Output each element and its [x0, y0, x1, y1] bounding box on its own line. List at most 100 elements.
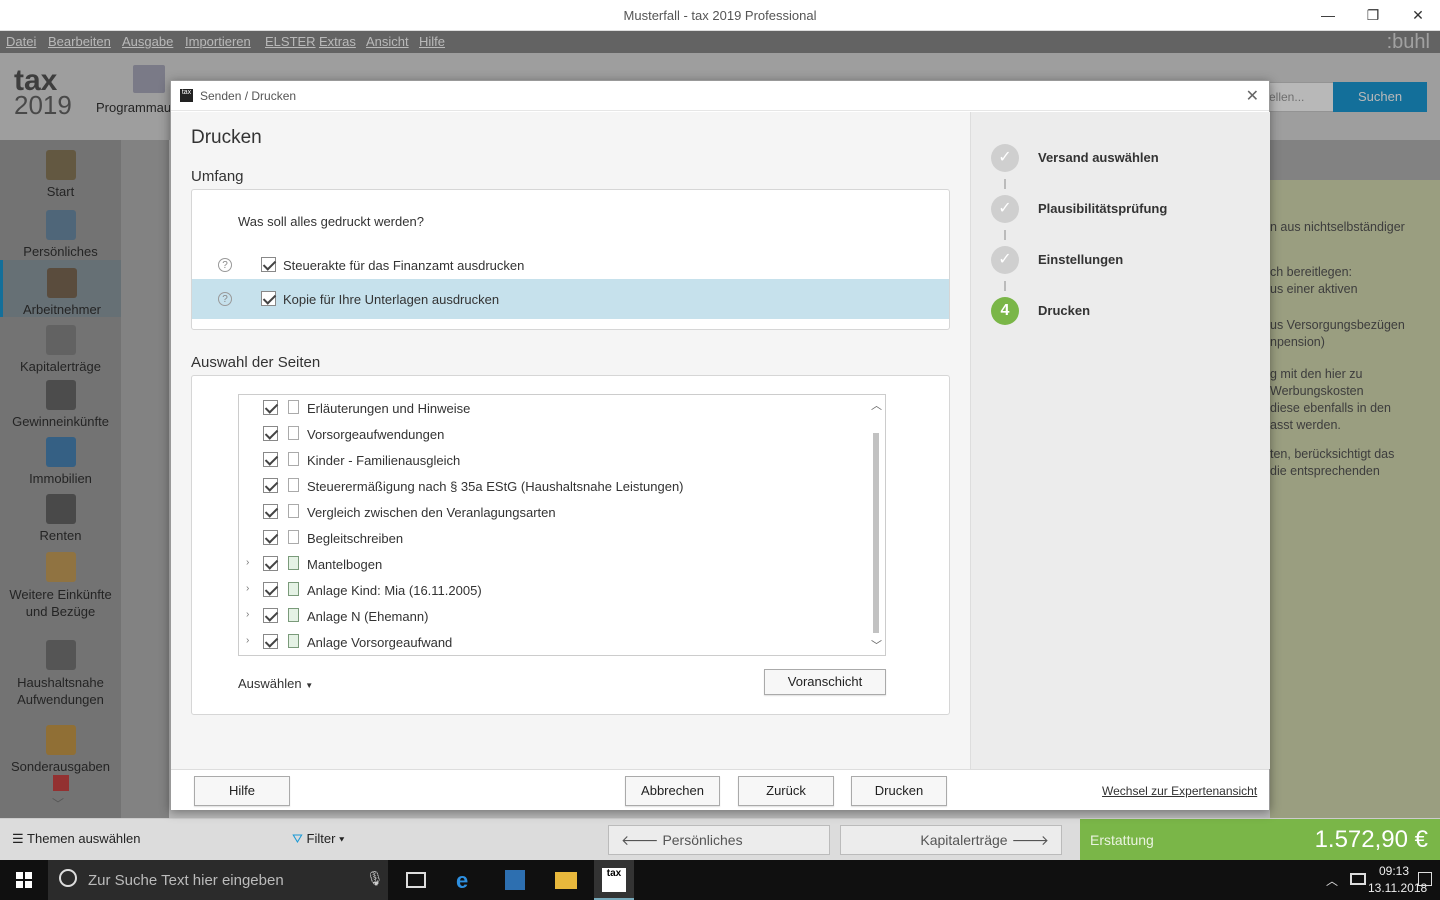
tax-taskbar-button[interactable]: tax [594, 860, 634, 900]
dialog-main: Drucken Umfang Was soll alles gedruckt w… [171, 112, 970, 769]
wizard-steps: ✓ Versand auswählen ✓ Plausibilitätsprüfun… [970, 112, 1270, 769]
network-icon[interactable] [1350, 873, 1366, 885]
page-checkbox[interactable] [263, 530, 278, 545]
themes-label: Themen auswählen [27, 831, 141, 846]
refund-label: Erstattung [1090, 832, 1154, 848]
help-question-icon[interactable]: ? [218, 258, 232, 272]
list-item[interactable]: Steuerermäßigung nach § 35a EStG (Hausha… [239, 473, 885, 499]
windows-start-icon[interactable] [16, 872, 32, 888]
select-dropdown[interactable]: Auswählen ▼ [238, 676, 313, 691]
notification-icon[interactable] [1418, 872, 1432, 886]
page-label: Kinder - Familienausgleich [307, 453, 461, 468]
page-checkbox[interactable] [263, 478, 278, 493]
form-icon [288, 634, 299, 648]
step-label: Einstellungen [1038, 252, 1124, 267]
scrollbar-thumb[interactable] [873, 433, 879, 633]
scope-question: Was soll alles gedruckt werden? [238, 214, 424, 229]
search-icon [59, 869, 77, 887]
chevron-right-icon[interactable]: › [246, 609, 249, 620]
dialog-heading: Drucken [191, 127, 262, 148]
pages-list[interactable]: Erläuterungen und Hinweise Vorsorgeaufwe… [238, 394, 886, 656]
list-item[interactable]: › Anlage N (Ehemann) [239, 603, 885, 629]
list-item[interactable]: Vorsorgeaufwendungen [239, 421, 885, 447]
list-icon: ☰ [12, 831, 24, 846]
refund-panel: Erstattung 1.572,90 € [1080, 819, 1440, 861]
step-versand: ✓ Versand auswählen [991, 144, 1261, 174]
folder-icon[interactable] [555, 872, 577, 889]
cancel-button[interactable]: Abbrechen [625, 776, 720, 806]
tax-app-icon: tax [602, 868, 626, 892]
close-icon[interactable]: ✕ [1246, 86, 1259, 106]
next-label: Kapitalerträge [920, 832, 1008, 848]
document-icon [288, 426, 299, 440]
scroll-up-icon[interactable]: ︿ [871, 397, 882, 413]
next-topic-button[interactable]: Kapitalerträge 🡒 [840, 825, 1062, 855]
list-scrollbar[interactable]: ︿ ﹀ [869, 395, 883, 655]
step-number: 4 [991, 297, 1019, 325]
page-checkbox[interactable] [263, 452, 278, 467]
page-checkbox[interactable] [263, 426, 278, 441]
list-item[interactable]: Begleitschreiben [239, 525, 885, 551]
taskbar-search[interactable]: Zur Suche Text hier eingeben 🎙 [48, 860, 388, 900]
title-bar: Musterfall - tax 2019 Professional — ❐ ✕ [0, 0, 1440, 31]
page-checkbox[interactable] [263, 582, 278, 597]
taskbar: Zur Suche Text hier eingeben 🎙 e tax ︿ 0… [0, 860, 1440, 900]
list-item[interactable]: Vergleich zwischen den Veranlagungsarten [239, 499, 885, 525]
bottom-bar: ☰ Themen auswählen ⛛ Filter ▾ 🡐 Persönli… [0, 818, 1440, 861]
help-button[interactable]: Hilfe [194, 776, 290, 806]
list-item[interactable]: Erläuterungen und Hinweise [239, 395, 885, 421]
steuerakte-checkbox[interactable] [261, 257, 276, 272]
list-item[interactable]: › Mantelbogen [239, 551, 885, 577]
chevron-right-icon[interactable]: › [246, 635, 249, 646]
document-icon [288, 504, 299, 518]
option-kopie[interactable]: ? Kopie für Ihre Unterlagen ausdrucken [192, 279, 949, 319]
list-item[interactable]: › Anlage Vorsorgeaufwand [239, 629, 885, 655]
page-label: Anlage N (Ehemann) [307, 609, 429, 624]
arrow-left-icon: 🡐 [621, 832, 659, 848]
scroll-down-icon[interactable]: ﹀ [871, 637, 882, 653]
preview-button[interactable]: Voranschicht [764, 669, 886, 695]
dialog-title-bar: tax Senden / Drucken ✕ [171, 81, 1269, 111]
prev-label: Persönliches [662, 832, 743, 848]
chevron-right-icon[interactable]: › [246, 583, 249, 594]
microphone-icon[interactable]: 🎙 [366, 870, 384, 887]
page-checkbox[interactable] [263, 400, 278, 415]
page-label: Steuerermäßigung nach § 35a EStG (Hausha… [307, 479, 684, 494]
page-checkbox[interactable] [263, 634, 278, 649]
themes-button[interactable]: ☰ Themen auswählen [12, 831, 141, 847]
chevron-up-icon[interactable]: ︿ [1326, 872, 1338, 889]
page-label: Vergleich zwischen den Veranlagungsarten [307, 505, 556, 520]
maximize-button[interactable]: ❐ [1358, 4, 1388, 26]
step-label: Drucken [1038, 303, 1091, 318]
expert-view-link[interactable]: Wechsel zur Expertenansicht [1102, 784, 1257, 798]
page-checkbox[interactable] [263, 556, 278, 571]
back-button[interactable]: Zurück [738, 776, 834, 806]
step-label: Plausibilitätsprüfung [1038, 201, 1168, 216]
list-item[interactable]: Kinder - Familienausgleich [239, 447, 885, 473]
chevron-right-icon[interactable]: › [246, 557, 249, 568]
page-checkbox[interactable] [263, 608, 278, 623]
print-button[interactable]: Drucken [851, 776, 947, 806]
arrow-right-icon: 🡒 [1011, 832, 1049, 848]
document-icon [288, 530, 299, 544]
help-question-icon[interactable]: ? [218, 292, 232, 306]
checkmark-icon: ✓ [991, 195, 1019, 223]
step-connector [1004, 281, 1006, 291]
caret-down-icon: ▼ [305, 681, 314, 690]
edge-icon[interactable]: e [456, 868, 468, 894]
minimize-button[interactable]: — [1313, 4, 1343, 26]
prev-topic-button[interactable]: 🡐 Persönliches [608, 825, 830, 855]
store-icon[interactable] [505, 870, 525, 890]
clock-time[interactable]: 09:13 [1376, 864, 1412, 878]
tax-app-icon: tax [180, 89, 193, 102]
form-icon [288, 608, 299, 622]
page-label: Anlage Kind: Mia (16.11.2005) [307, 583, 482, 598]
close-window-button[interactable]: ✕ [1403, 4, 1433, 26]
list-item[interactable]: › Anlage Kind: Mia (16.11.2005) [239, 577, 885, 603]
page-checkbox[interactable] [263, 504, 278, 519]
document-icon [288, 400, 299, 414]
task-view-icon[interactable] [406, 872, 426, 888]
page-label: Anlage Vorsorgeaufwand [307, 635, 453, 650]
filter-button[interactable]: ⛛ Filter ▾ [292, 831, 345, 847]
kopie-checkbox[interactable] [261, 291, 276, 306]
